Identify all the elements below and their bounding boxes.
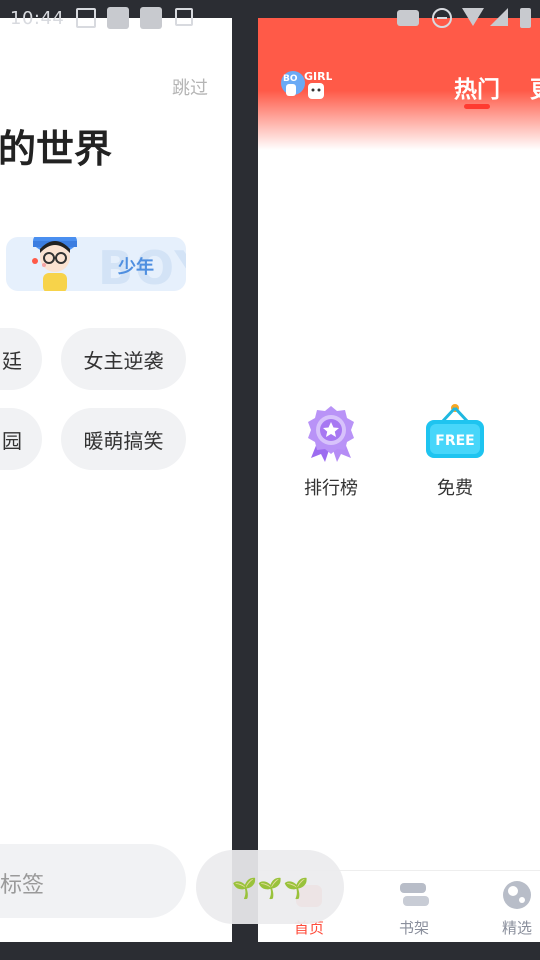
- nav-featured[interactable]: 精选: [482, 871, 540, 942]
- ribbon-medal-icon: [308, 406, 354, 462]
- boy-avatar-icon: [32, 237, 77, 291]
- boy-girl-logo-icon: BO GIRL: [281, 70, 332, 99]
- active-tab-indicator: [464, 104, 490, 109]
- briefcase-icon: [397, 10, 419, 26]
- tag-chip[interactable]: 女主逆袭: [61, 328, 186, 390]
- tag-chip[interactable]: 廷: [0, 328, 42, 390]
- bookshelf-icon: [400, 883, 429, 906]
- nav-bookshelf[interactable]: 书架: [379, 871, 449, 942]
- free-entry[interactable]: FREE 免费: [410, 404, 500, 500]
- nav-bookshelf-label: 书架: [398, 919, 429, 937]
- system-nav-strip: [0, 942, 540, 960]
- status-bar: 10:44: [0, 0, 540, 36]
- onboarding-card[interactable]: 跳过 的世界 BOY 少年 廷 女主逆袭 园 暖萌搞笑 标签: [0, 18, 232, 942]
- wifi-icon: [462, 8, 484, 26]
- svg-text:BO: BO: [283, 74, 298, 84]
- do-not-disturb-icon: [432, 8, 452, 28]
- confirm-tags-button[interactable]: 标签: [0, 844, 186, 918]
- notification-icon: [107, 7, 129, 29]
- tab-next[interactable]: 更: [530, 70, 540, 104]
- tab-hot[interactable]: 热门: [454, 70, 500, 104]
- notification-icon: [140, 7, 162, 29]
- gallery-icon: [76, 8, 96, 28]
- page-title: 的世界: [0, 127, 113, 171]
- youth-label: 少年: [118, 257, 154, 278]
- signal-icon: [490, 8, 508, 26]
- home-card[interactable]: BO GIRL 热门 更 排行榜 FREE 免费: [258, 18, 540, 942]
- free-label: 免费: [437, 478, 473, 499]
- battery-icon: [520, 8, 531, 28]
- nav-featured-label: 精选: [501, 919, 532, 937]
- image-icon: [175, 8, 193, 26]
- youth-option[interactable]: BOY 少年: [6, 237, 186, 291]
- status-time: 10:44: [10, 8, 65, 29]
- tag-chip[interactable]: 园: [0, 408, 42, 470]
- ranking-label: 排行榜: [304, 478, 358, 499]
- floating-sprout-button[interactable]: 🌱🌱🌱: [196, 850, 344, 924]
- confirm-tags-label: 标签: [0, 873, 45, 898]
- tag-chip[interactable]: 暖萌搞笑: [61, 408, 186, 470]
- ranking-entry[interactable]: 排行榜: [286, 404, 376, 500]
- free-badge: FREE: [435, 433, 474, 449]
- sprout-icons: 🌱🌱🌱: [232, 876, 310, 900]
- featured-icon: [503, 881, 531, 909]
- free-sign-icon: FREE: [426, 404, 484, 458]
- skip-button[interactable]: 跳过: [172, 74, 208, 100]
- svg-text:GIRL: GIRL: [304, 70, 332, 83]
